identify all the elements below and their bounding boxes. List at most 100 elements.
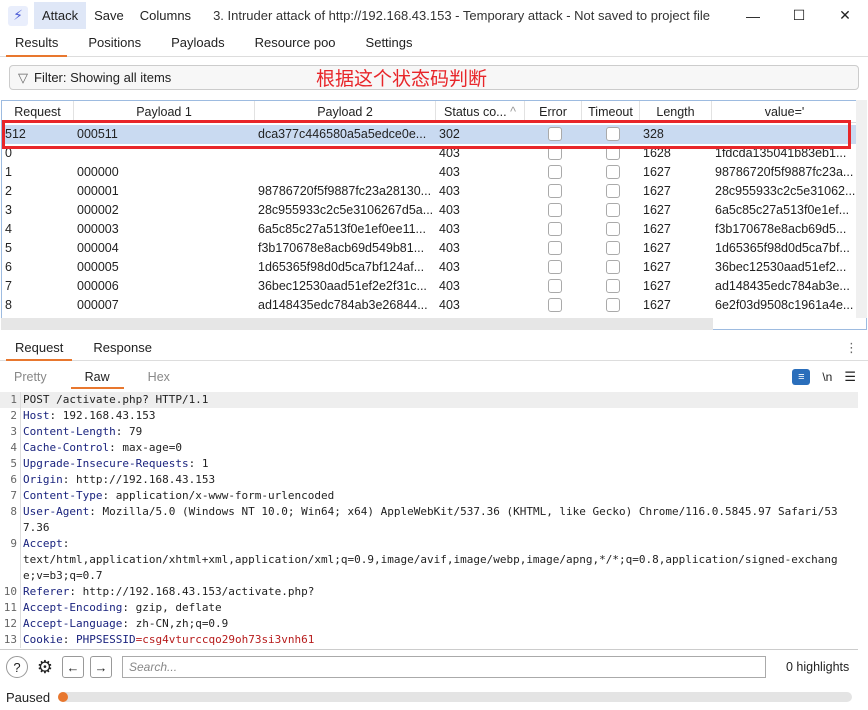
col-payload2[interactable]: Payload 2 [255, 101, 436, 122]
request-editor[interactable]: 1 POST /activate.php? HTTP/1.1 2 Host: 192.… [0, 392, 858, 650]
maximize-icon[interactable]: ☐ [776, 7, 822, 24]
timeout-checkbox-box[interactable] [605, 184, 620, 198]
error-checkbox-box[interactable] [548, 260, 562, 274]
line-number: 2 [10, 409, 17, 422]
cell-value: 6a5c85c27a513f0e1ef... [715, 203, 850, 217]
timeout-checkbox-box[interactable] [605, 279, 620, 293]
tab-positions[interactable]: Positions [73, 31, 156, 56]
tab-response[interactable]: Response [78, 336, 167, 360]
line-content: Accept-Encoding: gzip, deflate [20, 600, 850, 616]
window-title: 3. Intruder attack of http://192.168.43.… [213, 8, 710, 23]
error-checkbox-box[interactable] [548, 222, 562, 236]
view-tabs: Pretty Raw Hex ≡ \n ☰ [0, 365, 868, 389]
forward-arrow-icon[interactable]: → [90, 656, 112, 678]
cell-length: 1627 [643, 241, 671, 255]
line-content: Accept: text/html,application/xhtml+xml,… [20, 536, 850, 584]
timeout-checkbox-box[interactable] [605, 298, 620, 312]
cell-length: 1627 [643, 260, 671, 274]
table-row[interactable]: 6 000005 1d65365f98d0d5ca7bf124af... 403 162… [2, 258, 866, 277]
header-key: Cookie [23, 633, 63, 646]
col-length[interactable]: Length [640, 101, 712, 122]
more-options-icon[interactable]: ⋮ [835, 336, 868, 360]
cell-status: 403 [439, 165, 460, 179]
cell-payload1: 000003 [77, 222, 119, 236]
col-timeout[interactable]: Timeout [582, 101, 640, 122]
cell-payload2: 28c955933c2c5e3106267d5a... [258, 203, 434, 217]
cell-request: 5 [5, 241, 12, 255]
col-request[interactable]: Request [2, 101, 74, 122]
request-line: 11 Accept-Encoding: gzip, deflate [0, 600, 858, 616]
cell-value: 6e2f03d9508c1961a4e... [715, 298, 854, 312]
cell-length: 1627 [643, 222, 671, 236]
wrap-icon[interactable]: ≡ [792, 369, 811, 385]
col-status[interactable]: Status co... ^ [436, 101, 525, 122]
tab-hex[interactable]: Hex [134, 365, 184, 389]
table-row[interactable]: 2 000001 98786720f5f9887fc23a28130... 403 16… [2, 182, 866, 201]
search-input[interactable]: Search... [122, 656, 766, 678]
minimize-icon[interactable]: — [730, 8, 776, 24]
tab-raw[interactable]: Raw [70, 365, 124, 389]
error-checkbox-box[interactable] [548, 279, 562, 293]
header-key: Cache-Control [23, 441, 110, 454]
error-checkbox-box[interactable] [548, 184, 562, 198]
help-icon[interactable]: ? [6, 656, 28, 678]
tab-payloads[interactable]: Payloads [156, 31, 239, 56]
menu-icon[interactable]: ☰ [844, 369, 856, 385]
table-horizontal-scrollbar[interactable] [1, 318, 713, 330]
highlights-count: 0 highlights [786, 660, 850, 674]
line-number: 8 [10, 505, 17, 518]
cell-payload2: 98786720f5f9887fc23a28130... [258, 184, 432, 198]
line-number: 3 [10, 425, 17, 438]
timeout-checkbox-box[interactable] [605, 241, 620, 255]
error-checkbox-box[interactable] [548, 298, 562, 312]
table-row[interactable]: 5 000004 f3b170678e8acb69d549b81... 403 1627… [2, 239, 866, 258]
table-row[interactable]: 8 000007 ad148435edc784ab3e26844... 403 1627… [2, 296, 866, 315]
table-vertical-scrollbar[interactable] [856, 100, 867, 318]
gear-icon[interactable]: ⚙ [34, 656, 56, 678]
error-checkbox-box[interactable] [548, 165, 562, 179]
line-number: 4 [10, 441, 17, 454]
error-checkbox-box[interactable] [548, 203, 562, 217]
cell-payload1: 000002 [77, 203, 119, 217]
col-value[interactable]: value=' [712, 101, 858, 122]
newline-icon[interactable]: \n [822, 370, 832, 384]
table-row[interactable]: 7 000006 36bec12530aad51ef2e2f31c... 403 162… [2, 277, 866, 296]
menu-save[interactable]: Save [86, 2, 132, 29]
table-row[interactable]: 1 000000 403 1627 98786720f5f9887fc23a... [2, 163, 866, 182]
back-arrow-icon[interactable]: ← [62, 656, 84, 678]
timeout-checkbox-box[interactable] [605, 203, 620, 217]
tab-request[interactable]: Request [0, 336, 78, 361]
header-value: : Mozilla/5.0 (Windows NT 10.0; Win64; x… [23, 505, 838, 534]
cell-length: 1627 [643, 184, 671, 198]
col-payload1[interactable]: Payload 1 [74, 101, 255, 122]
tab-resource-pool[interactable]: Resource poo [240, 31, 351, 56]
table-row[interactable]: 4 000003 6a5c85c27a513f0e1ef0ee11... 403 162… [2, 220, 866, 239]
error-checkbox-box[interactable] [548, 241, 562, 255]
table-row[interactable]: 3 000002 28c955933c2c5e3106267d5a... 403 162… [2, 201, 866, 220]
request-line: 4 Cache-Control: max-age=0 [0, 440, 858, 456]
timeout-checkbox [582, 296, 640, 315]
tab-pretty[interactable]: Pretty [0, 365, 61, 389]
cell-payload2: f3b170678e8acb69d549b81... [258, 241, 425, 255]
header-key: Referer [23, 585, 70, 598]
cell-status: 403 [439, 222, 460, 236]
cookie-name: PHPSESSID [76, 633, 136, 646]
header-value: : gzip, deflate [122, 601, 222, 614]
tab-settings[interactable]: Settings [351, 31, 428, 56]
col-error[interactable]: Error [525, 101, 582, 122]
timeout-checkbox-box[interactable] [605, 260, 620, 274]
timeout-checkbox [582, 239, 640, 258]
menu-attack[interactable]: Attack [34, 2, 87, 29]
timeout-checkbox [582, 277, 640, 296]
request-line: 7 Content-Type: application/x-www-form-ur… [0, 488, 858, 504]
request-line: 13 Cookie: PHPSESSID=csg4vturccqo29oh73si… [0, 632, 858, 648]
cell-payload1: 000007 [77, 298, 119, 312]
line-number: 1 [10, 393, 17, 406]
tab-results[interactable]: Results [0, 31, 73, 57]
timeout-checkbox-box[interactable] [605, 165, 620, 179]
main-tabs: Results Positions Payloads Resource poo … [0, 31, 868, 57]
menu-columns[interactable]: Columns [132, 2, 199, 29]
close-icon[interactable]: ✕ [822, 7, 868, 24]
line-content: Origin: http://192.168.43.153 [20, 472, 850, 488]
timeout-checkbox-box[interactable] [605, 222, 620, 236]
